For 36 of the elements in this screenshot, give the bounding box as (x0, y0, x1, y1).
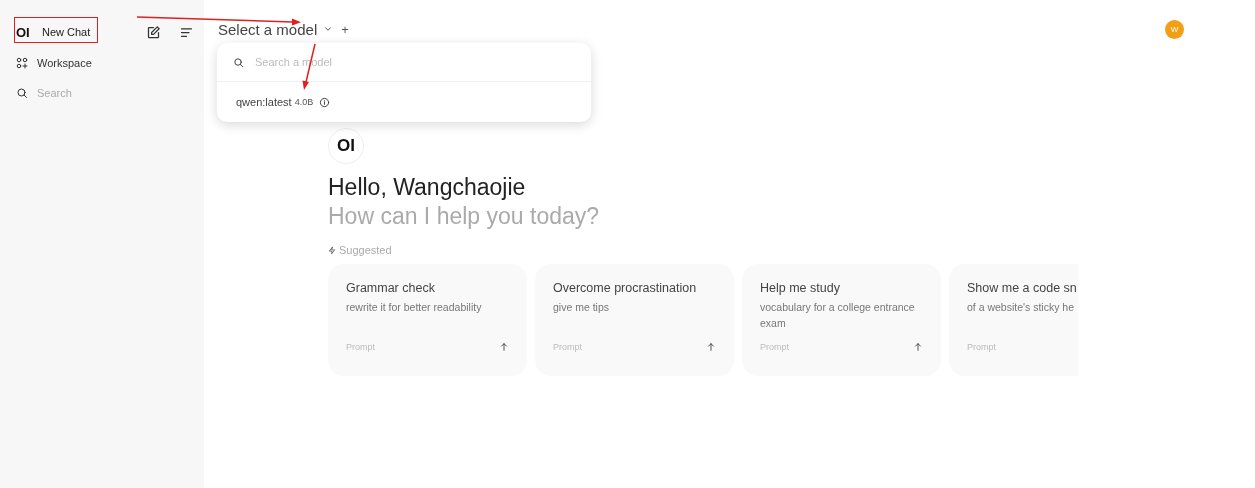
prompt-label: Prompt (553, 342, 582, 352)
prompt-label: Prompt (760, 342, 789, 352)
brand-logo: OI (16, 24, 30, 40)
suggested-label: Suggested (339, 244, 392, 256)
search-icon (233, 56, 244, 68)
new-chat-link[interactable]: New Chat (42, 26, 128, 38)
suggestion-card[interactable]: Show me a code sn of a website's sticky he Prompt (949, 264, 1078, 376)
card-title: Grammar check (346, 281, 436, 295)
card-subtitle: vocabulary for a college entrance exam (760, 300, 916, 331)
card-subtitle: rewrite it for better readability (346, 300, 483, 315)
workspace-link[interactable]: Workspace (37, 57, 92, 69)
card-subtitle: give me tips (553, 300, 611, 315)
arrow-up-icon[interactable] (706, 342, 716, 352)
bolt-icon (328, 245, 336, 255)
suggestion-card[interactable]: Grammar check rewrite it for better readability Prompt (328, 264, 527, 376)
prompt-label: Prompt (967, 342, 996, 352)
grid-icon[interactable] (16, 57, 28, 69)
card-subtitle: of a website's sticky he (967, 300, 1076, 315)
card-title: Show me a code sn (967, 281, 1078, 295)
model-option[interactable]: qwen:latest 4.0B (217, 82, 591, 122)
arrow-up-icon[interactable] (499, 342, 509, 352)
prompt-label: Prompt (346, 342, 375, 352)
info-icon[interactable] (319, 96, 331, 108)
card-title: Help me study (760, 281, 841, 295)
edit-icon[interactable] (146, 24, 161, 40)
greeting-subtitle: How can I help you today? (328, 203, 601, 230)
suggestion-card[interactable]: Overcome procrastination give me tips Prompt (535, 264, 734, 376)
caret-icon[interactable] (323, 24, 334, 34)
model-size: 4.0B (294, 97, 314, 107)
greeting-heading: Hello, Wangchaojie (328, 174, 527, 201)
card-title: Overcome procrastination (553, 281, 698, 295)
search-icon[interactable] (16, 87, 28, 99)
suggestion-card[interactable]: Help me study vocabulary for a college entrance exam Prompt (742, 264, 941, 376)
model-selector[interactable]: Select a model (218, 20, 318, 38)
arrow-up-icon[interactable] (913, 342, 923, 352)
add-model-button[interactable]: + (339, 21, 351, 37)
